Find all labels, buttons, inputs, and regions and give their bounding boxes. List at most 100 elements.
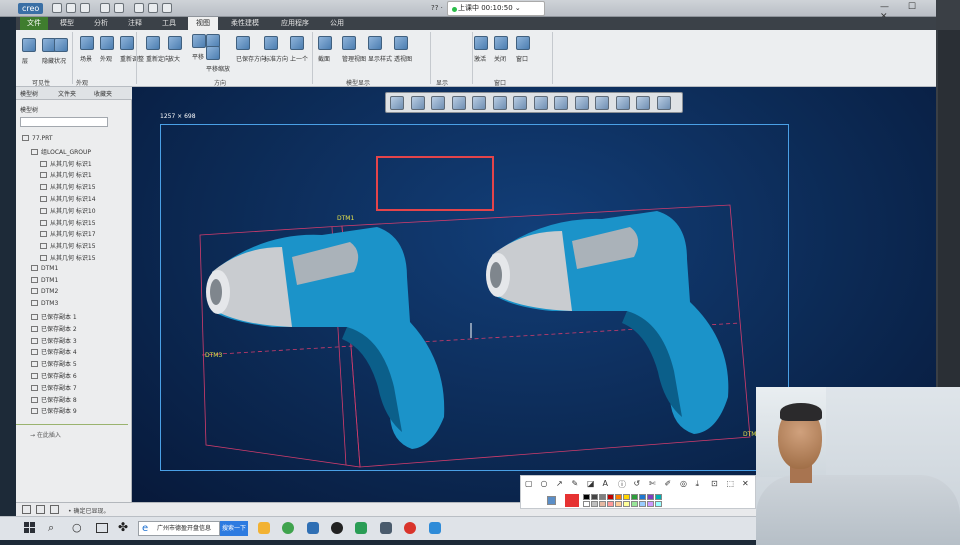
stroke-size-icon[interactable] [547, 496, 556, 505]
tab-favorites[interactable]: 收藏夹 [94, 89, 112, 98]
tree-item[interactable]: 从其几何 标识1 [40, 159, 92, 168]
tree-item[interactable]: 从其几何 标识15 [40, 182, 96, 191]
palette-color[interactable] [655, 501, 662, 507]
view-tool-8-icon[interactable] [554, 96, 568, 110]
draw-tool-5-icon[interactable]: A [603, 479, 608, 488]
palette-color[interactable] [647, 494, 654, 500]
ribbon-tool-2-icon[interactable] [54, 38, 68, 52]
tree-item[interactable]: 从其几何 标识1 [40, 170, 92, 179]
ribbon-tool-10-icon[interactable] [206, 46, 220, 60]
tab-4[interactable]: 工具 [154, 17, 184, 30]
tree-item[interactable]: 从其几何 标识17 [40, 229, 96, 238]
draw-tool-6-icon[interactable]: ⓘ [618, 479, 626, 490]
ribbon-tool-13-icon[interactable] [290, 36, 304, 50]
ribbon-tool-19-icon[interactable] [494, 36, 508, 50]
view-tool-4-icon[interactable] [472, 96, 486, 110]
web-search-input[interactable]: e 广州市德盈开盘信息 [138, 521, 220, 536]
tree-item[interactable]: 从其几何 标识15 [40, 218, 96, 227]
redo-icon[interactable] [114, 3, 124, 13]
view-tool-0-icon[interactable] [390, 96, 404, 110]
ribbon-tool-5-icon[interactable] [120, 36, 134, 50]
palette-color[interactable] [591, 501, 598, 507]
search-icon[interactable]: ⌕ [48, 521, 54, 535]
draw-tool-8-icon[interactable]: ✄ [649, 479, 656, 488]
undo-icon[interactable] [100, 3, 110, 13]
draw-tool-11-icon[interactable]: ⤓ [696, 479, 700, 489]
ribbon-tool-6-icon[interactable] [146, 36, 160, 50]
tree-item[interactable]: DTM2 [31, 288, 58, 295]
draw-tool-9-icon[interactable]: ✐ [665, 479, 672, 488]
view-tool-10-icon[interactable] [595, 96, 609, 110]
tree-item[interactable]: 已保存副本 8 [31, 395, 77, 404]
tree-item[interactable]: 已保存副本 6 [31, 371, 77, 380]
palette-color[interactable] [599, 501, 606, 507]
draw-tool-14-icon[interactable]: ✕ [742, 479, 749, 488]
draw-tool-0-icon[interactable]: ▢ [525, 479, 533, 488]
palette-color[interactable] [631, 501, 638, 507]
edge-icon[interactable] [307, 522, 319, 534]
cortana-icon[interactable]: ○ [72, 521, 82, 534]
view-tool-3-icon[interactable] [451, 96, 466, 110]
ribbon-tool-4-icon[interactable] [100, 36, 114, 50]
ribbon-tool-11-icon[interactable] [236, 36, 250, 50]
ribbon-tool-18-icon[interactable] [474, 36, 488, 50]
palette-color[interactable] [623, 501, 630, 507]
chat-icon[interactable] [380, 522, 392, 534]
palette-color[interactable] [615, 501, 622, 507]
palette-color[interactable] [591, 494, 598, 500]
palette-color[interactable] [647, 501, 654, 507]
tree-item[interactable]: 从其几何 标识15 [40, 241, 96, 250]
palette-color[interactable] [599, 494, 606, 500]
view-tool-5-icon[interactable] [492, 96, 507, 110]
draw-tool-7-icon[interactable]: ↺ [634, 479, 641, 488]
tab-8[interactable]: 公用 [322, 17, 352, 30]
palette-color[interactable] [655, 494, 662, 500]
tree-filter-input[interactable] [20, 117, 108, 127]
browser-360-icon[interactable] [282, 522, 294, 534]
palette-color[interactable] [631, 494, 638, 500]
view-tool-12-icon[interactable] [636, 96, 650, 110]
tab-7[interactable]: 应用程序 [272, 17, 318, 30]
ribbon-tool-20-icon[interactable] [516, 36, 530, 50]
tree-item[interactable]: 已保存副本 3 [31, 336, 77, 345]
palette-color[interactable] [623, 494, 630, 500]
view-tool-13-icon[interactable] [656, 96, 671, 110]
tree-item[interactable]: 已保存副本 9 [31, 406, 77, 415]
tree-item[interactable]: 已保存副本 1 [31, 312, 77, 321]
qq-icon[interactable] [331, 522, 343, 534]
insert-here[interactable]: → 在此插入 [30, 430, 61, 439]
tree-item[interactable]: 从其几何 标识15 [40, 253, 96, 262]
ribbon-tool-17-icon[interactable] [394, 36, 408, 50]
close-window-icon[interactable] [162, 3, 172, 13]
view-tool-7-icon[interactable] [533, 96, 548, 110]
creo-task-icon[interactable] [355, 522, 367, 534]
tree-item[interactable]: 从其几何 标识14 [40, 194, 96, 203]
tab-1[interactable]: 模型 [52, 17, 82, 30]
draw-tool-4-icon[interactable]: ◪ [587, 479, 595, 488]
layout-icon[interactable] [22, 505, 31, 514]
app-pinwheel-icon[interactable]: ✤ [118, 520, 128, 534]
windows-start-icon[interactable] [24, 522, 35, 533]
view-tool-2-icon[interactable] [431, 96, 445, 110]
tree-item[interactable]: DTM1 [31, 276, 58, 284]
tab-2[interactable]: 分析 [86, 17, 116, 30]
tree-item[interactable]: DTM3 [31, 300, 58, 307]
open-icon[interactable] [66, 3, 76, 13]
ribbon-tool-15-icon[interactable] [342, 36, 356, 50]
tab-folder[interactable]: 文件夹 [58, 89, 76, 98]
palette-color[interactable] [639, 501, 646, 507]
ribbon-tool-12-icon[interactable] [264, 36, 278, 50]
media-icon[interactable] [404, 522, 416, 534]
ribbon-tool-16-icon[interactable] [368, 36, 382, 50]
ribbon-tool-0-icon[interactable] [22, 38, 36, 52]
view-tool-9-icon[interactable] [574, 96, 589, 110]
tree-item[interactable]: 77.PRT [22, 135, 53, 142]
draw-tool-12-icon[interactable]: ⊡ [711, 479, 718, 488]
draw-tool-13-icon[interactable]: ⬚ [727, 479, 735, 488]
tab-5[interactable]: 视图 [188, 17, 218, 30]
tree-toggle-icon[interactable] [36, 505, 45, 514]
tab-0[interactable]: 文件 [20, 17, 48, 30]
palette-color[interactable] [583, 494, 590, 500]
draw-tool-2-icon[interactable]: ↗ [556, 479, 563, 488]
palette-color[interactable] [583, 501, 590, 507]
